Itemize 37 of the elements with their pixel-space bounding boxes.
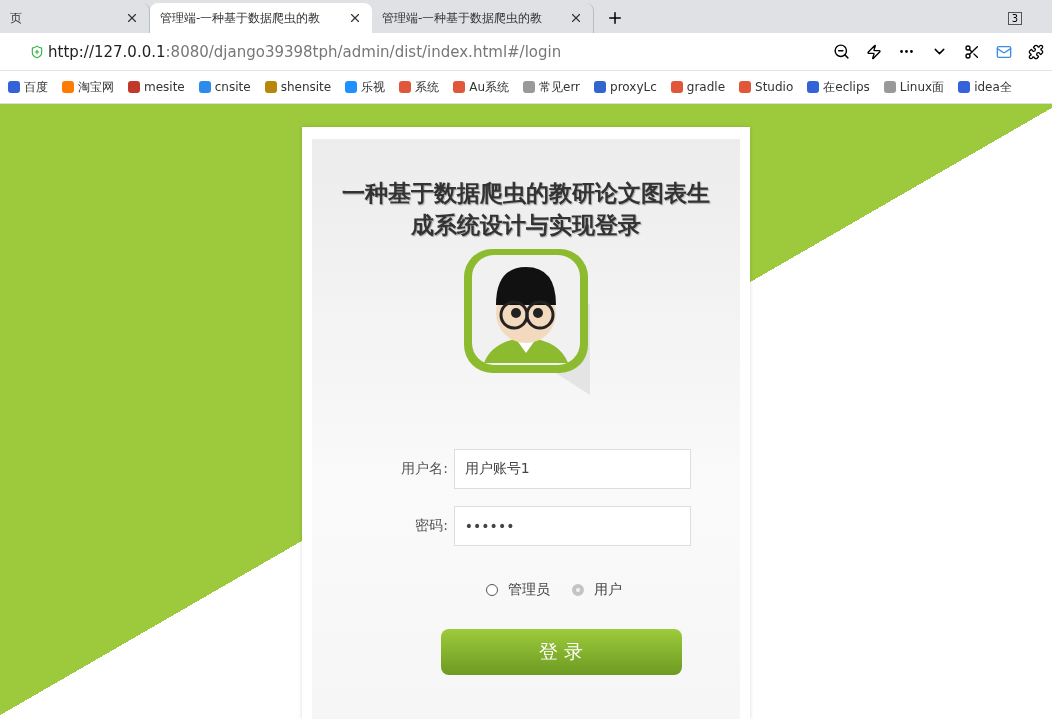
login-title: 一种基于数据爬虫的教研论文图表生成系统设计与实现登录: [341, 179, 711, 240]
radio-icon[interactable]: [486, 584, 498, 596]
bookmark-item[interactable]: proxyLc: [594, 80, 657, 94]
zoom-out-icon[interactable]: [833, 43, 850, 60]
mail-icon[interactable]: [996, 43, 1012, 60]
role-radio[interactable]: 管理员: [486, 581, 550, 599]
bookmark-item[interactable]: gradle: [670, 80, 726, 94]
bookmark-item[interactable]: 百度: [8, 78, 48, 96]
close-icon[interactable]: [569, 11, 583, 25]
password-field[interactable]: ••••••: [453, 506, 691, 546]
bookmark-item[interactable]: Au系统: [453, 78, 509, 96]
tab-count[interactable]: 3: [1007, 12, 1022, 25]
bookmark-item[interactable]: 乐视: [345, 78, 386, 96]
bookmark-item[interactable]: idea全: [958, 78, 1012, 96]
role-radio[interactable]: 用户: [572, 581, 622, 599]
bookmark-item[interactable]: cnsite: [198, 80, 251, 94]
shield-icon: [30, 44, 44, 59]
field-label: 密码:: [414, 517, 449, 535]
field-label: 用户名:: [400, 460, 449, 478]
bookmark-item[interactable]: Studio: [739, 80, 794, 94]
username-field[interactable]: 用户账号1: [453, 449, 691, 489]
bookmark-item[interactable]: 在eclips: [807, 78, 870, 96]
new-tab-icon[interactable]: [606, 9, 624, 27]
scissors-icon[interactable]: [964, 43, 980, 60]
lightning-icon[interactable]: [866, 43, 882, 60]
bookmark-item[interactable]: 常见err: [523, 78, 581, 96]
bookmark-item[interactable]: Linux面: [883, 78, 945, 96]
puzzle-icon[interactable]: [1028, 43, 1044, 60]
address-field[interactable]: http://127.0.0.1:8080/django39398tph/admin/dist/index.html#/login: [30, 42, 817, 61]
close-icon[interactable]: [125, 11, 139, 25]
bookmark-item[interactable]: 淘宝网: [62, 78, 114, 96]
close-icon[interactable]: [348, 11, 362, 25]
bookmark-item[interactable]: 系统: [399, 78, 440, 96]
bookmark-item[interactable]: shensite: [264, 80, 332, 94]
browser-tab[interactable]: 管理端-一种基于数据爬虫的教: [150, 3, 372, 33]
radio-icon[interactable]: [572, 584, 584, 596]
bookmark-item[interactable]: mesite: [128, 80, 185, 94]
